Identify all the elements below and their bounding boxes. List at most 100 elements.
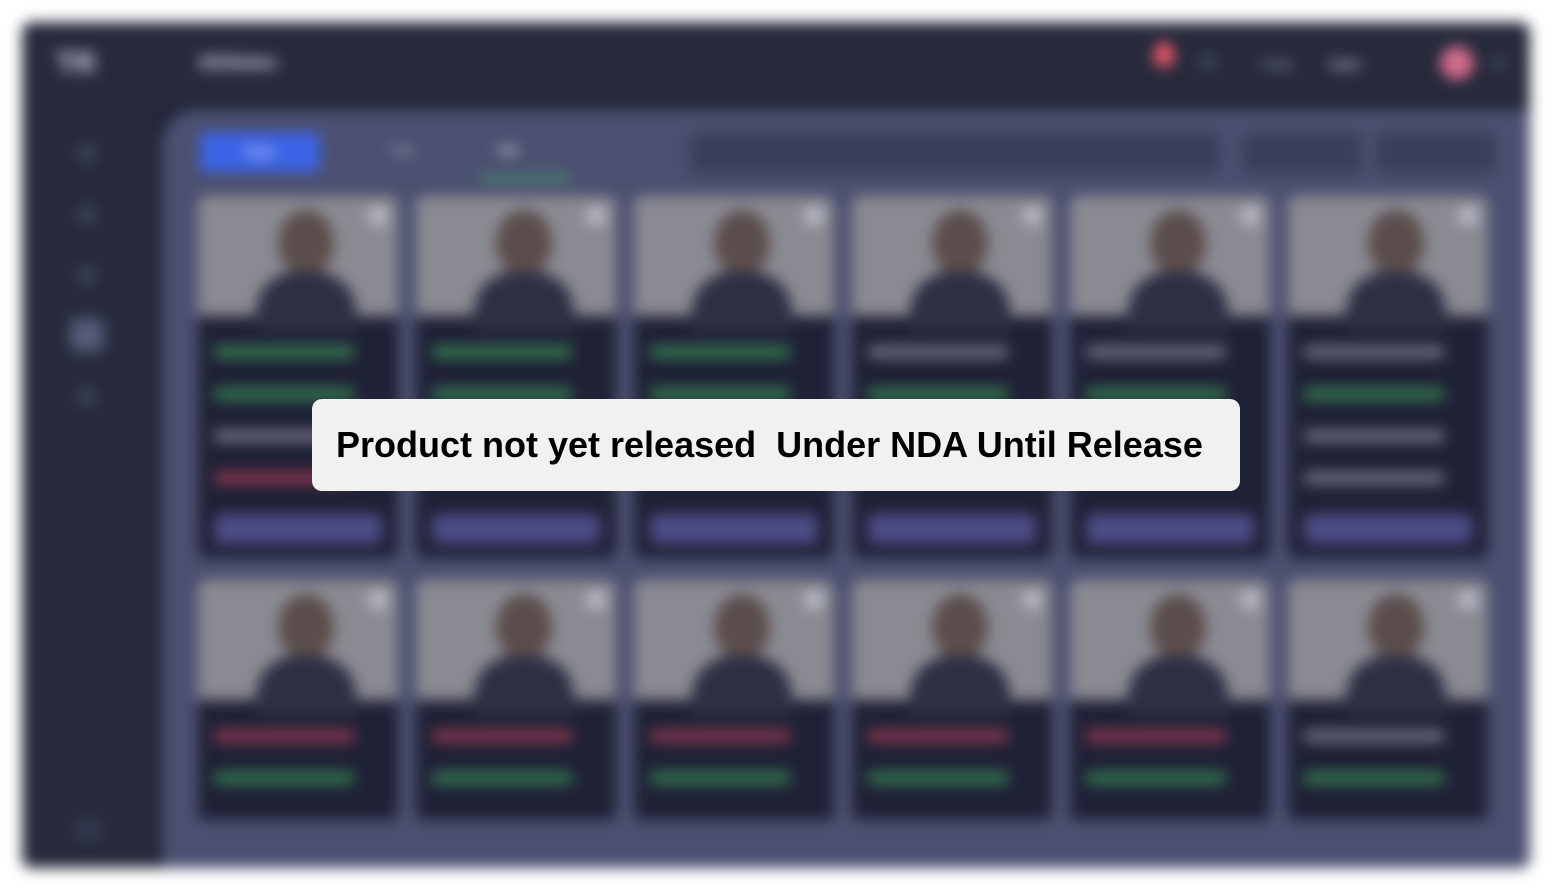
athlete-stat [214,730,354,742]
filter-button[interactable]: Filter [200,132,320,172]
athlete-stat [868,772,1008,784]
photo-body [256,656,356,716]
photo-head [278,594,334,660]
search-input[interactable] [690,132,1220,174]
athlete-stat [432,772,572,784]
photo-head [278,210,334,276]
photo-body [474,656,574,716]
favorite-icon[interactable] [1022,206,1042,226]
athlete-stat [432,346,572,358]
photo-head [1150,594,1206,660]
athlete-stat [1304,772,1444,784]
favorite-icon[interactable] [1240,590,1260,610]
athlete-card[interactable] [1288,580,1488,820]
user-greeting: Hello [1262,56,1294,72]
photo-head [932,210,988,276]
active-tab-indicator [480,176,570,180]
help-icon[interactable] [74,816,102,844]
sidebar-item-calendar-icon[interactable] [78,206,96,224]
athlete-action-button[interactable] [432,514,600,544]
athlete-card[interactable] [634,196,834,558]
favorite-icon[interactable] [804,590,824,610]
favorite-icon[interactable] [1458,590,1478,610]
notification-caret-icon[interactable] [1202,56,1214,68]
favorite-icon[interactable] [368,206,388,226]
athlete-action-button[interactable] [868,514,1036,544]
app-logo: TR [56,47,96,80]
athlete-stat [1304,472,1444,484]
photo-body [692,656,792,716]
photo-body [910,656,1010,716]
sidebar-item-settings-icon[interactable] [78,388,96,406]
athlete-stat [1086,772,1226,784]
sidebar: TR [22,22,150,868]
favorite-icon[interactable] [368,590,388,610]
athlete-stat [868,730,1008,742]
sidebar-item-home-icon[interactable] [78,144,96,162]
topbar: Athletes Hello User [150,22,1530,106]
athlete-action-button[interactable] [1086,514,1254,544]
athlete-stat [1304,346,1444,358]
photo-head [714,210,770,276]
favorite-icon[interactable] [804,206,824,226]
athlete-stat [432,730,572,742]
tab-1[interactable]: Tab [390,142,413,158]
view-select[interactable] [1376,132,1496,174]
athlete-stat [650,730,790,742]
athlete-stat [868,346,1008,358]
avatar[interactable] [1440,46,1474,80]
athlete-card[interactable] [198,196,398,558]
sidebar-item-chart-icon[interactable] [78,266,96,284]
athlete-stat [1086,346,1226,358]
user-menu-chevron-icon[interactable] [1494,58,1504,68]
photo-body [1346,656,1446,716]
athlete-stat [1304,430,1444,442]
athlete-action-button[interactable] [1304,514,1472,544]
athlete-card[interactable] [416,580,616,820]
photo-head [1368,594,1424,660]
favorite-icon[interactable] [586,206,606,226]
favorite-icon[interactable] [1022,590,1042,610]
photo-head [1368,210,1424,276]
photo-body [692,272,792,332]
athlete-card-grid [198,196,1498,836]
athlete-stat [1304,388,1444,400]
notification-bell-icon[interactable] [1154,42,1174,66]
athlete-card[interactable] [852,580,1052,820]
user-name: User [1330,56,1362,72]
athlete-stat [650,346,790,358]
photo-body [910,272,1010,332]
favorite-icon[interactable] [1458,206,1478,226]
athlete-card[interactable] [634,580,834,820]
photo-body [1128,272,1228,332]
sort-select[interactable] [1242,132,1362,174]
sidebar-item-users-icon[interactable] [70,318,104,352]
photo-body [474,272,574,332]
photo-body [1128,656,1228,716]
photo-head [714,594,770,660]
athlete-stat [214,772,354,784]
athlete-action-button[interactable] [650,514,818,544]
athlete-action-button[interactable] [214,514,382,544]
athlete-card[interactable] [198,580,398,820]
page-title: Athletes [198,52,277,74]
nda-banner-text: Product not yet released Under NDA Until… [336,424,1203,465]
photo-head [496,594,552,660]
athlete-card[interactable] [852,196,1052,558]
photo-head [496,210,552,276]
photo-head [932,594,988,660]
athlete-card[interactable] [1070,196,1270,558]
favorite-icon[interactable] [1240,206,1260,226]
photo-body [1346,272,1446,332]
athlete-card[interactable] [1070,580,1270,820]
athlete-card[interactable] [416,196,616,558]
athlete-card[interactable] [1288,196,1488,558]
athlete-stat [1304,730,1444,742]
athlete-stat [650,772,790,784]
favorite-icon[interactable] [586,590,606,610]
tab-2[interactable]: Tab [496,142,519,158]
photo-head [1150,210,1206,276]
photo-body [256,272,356,332]
nda-banner: Product not yet released Under NDA Until… [312,399,1240,491]
athlete-stat [1086,730,1226,742]
